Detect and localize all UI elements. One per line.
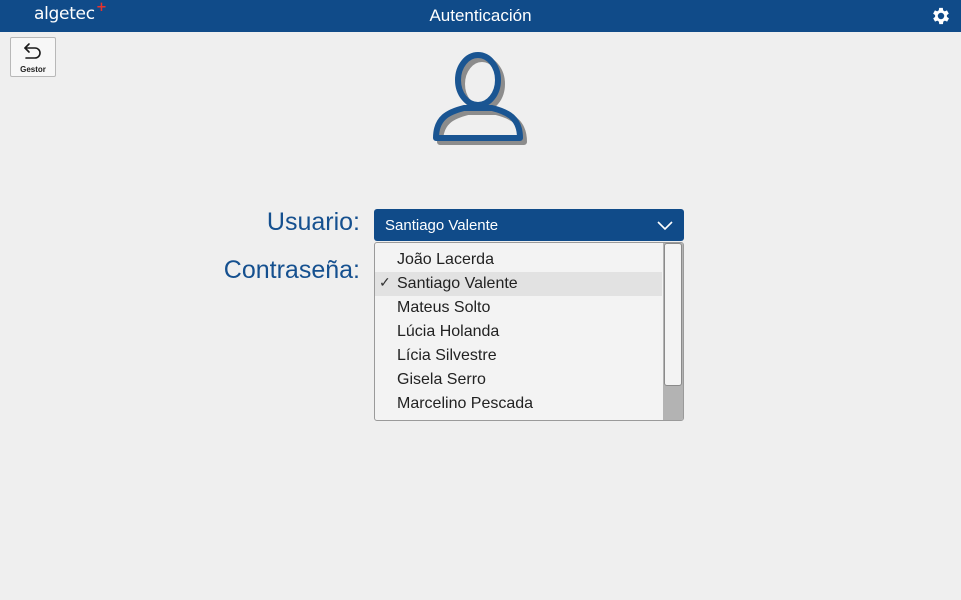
- option-label: Lícia Silvestre: [397, 347, 497, 364]
- user-options-list: João Lacerda ✓ Santiago Valente Mateus S…: [374, 242, 684, 421]
- user-dropdown-value: Santiago Valente: [385, 217, 499, 234]
- list-item[interactable]: Lúcia Holanda: [375, 320, 662, 344]
- back-to-gestor-button[interactable]: Gestor: [10, 37, 56, 77]
- list-item-selected[interactable]: ✓ Santiago Valente: [375, 272, 662, 296]
- list-item[interactable]: Lícia Silvestre: [375, 344, 662, 368]
- check-icon: ✓: [379, 274, 391, 290]
- list-item[interactable]: Gisela Serro: [375, 368, 662, 392]
- page-title: Autenticación: [429, 6, 532, 25]
- gear-icon[interactable]: [930, 5, 952, 27]
- undo-arrow-icon: [24, 43, 41, 59]
- password-label: Contraseña:: [223, 256, 360, 284]
- back-button-label: Gestor: [20, 65, 46, 74]
- list-item[interactable]: Mateus Solto: [375, 296, 662, 320]
- option-label: Mateus Solto: [397, 299, 491, 316]
- option-label: Lúcia Holanda: [397, 323, 500, 340]
- option-label: Santiago Valente: [397, 275, 518, 292]
- top-bar: algetec + Autenticación: [0, 0, 961, 32]
- chevron-down-icon: [657, 221, 673, 231]
- list-item[interactable]: Marcelino Pescada: [375, 392, 662, 416]
- option-label: Gisela Serro: [397, 371, 486, 388]
- list-item[interactable]: João Lacerda: [375, 248, 662, 272]
- option-label: João Lacerda: [397, 251, 494, 268]
- user-label: Usuario:: [266, 208, 360, 236]
- scrollbar-track[interactable]: [663, 243, 683, 420]
- scrollbar-thumb[interactable]: [664, 243, 682, 386]
- user-dropdown[interactable]: Santiago Valente: [374, 209, 684, 241]
- option-label: Marcelino Pescada: [397, 395, 534, 412]
- user-silhouette-icon: [433, 52, 527, 145]
